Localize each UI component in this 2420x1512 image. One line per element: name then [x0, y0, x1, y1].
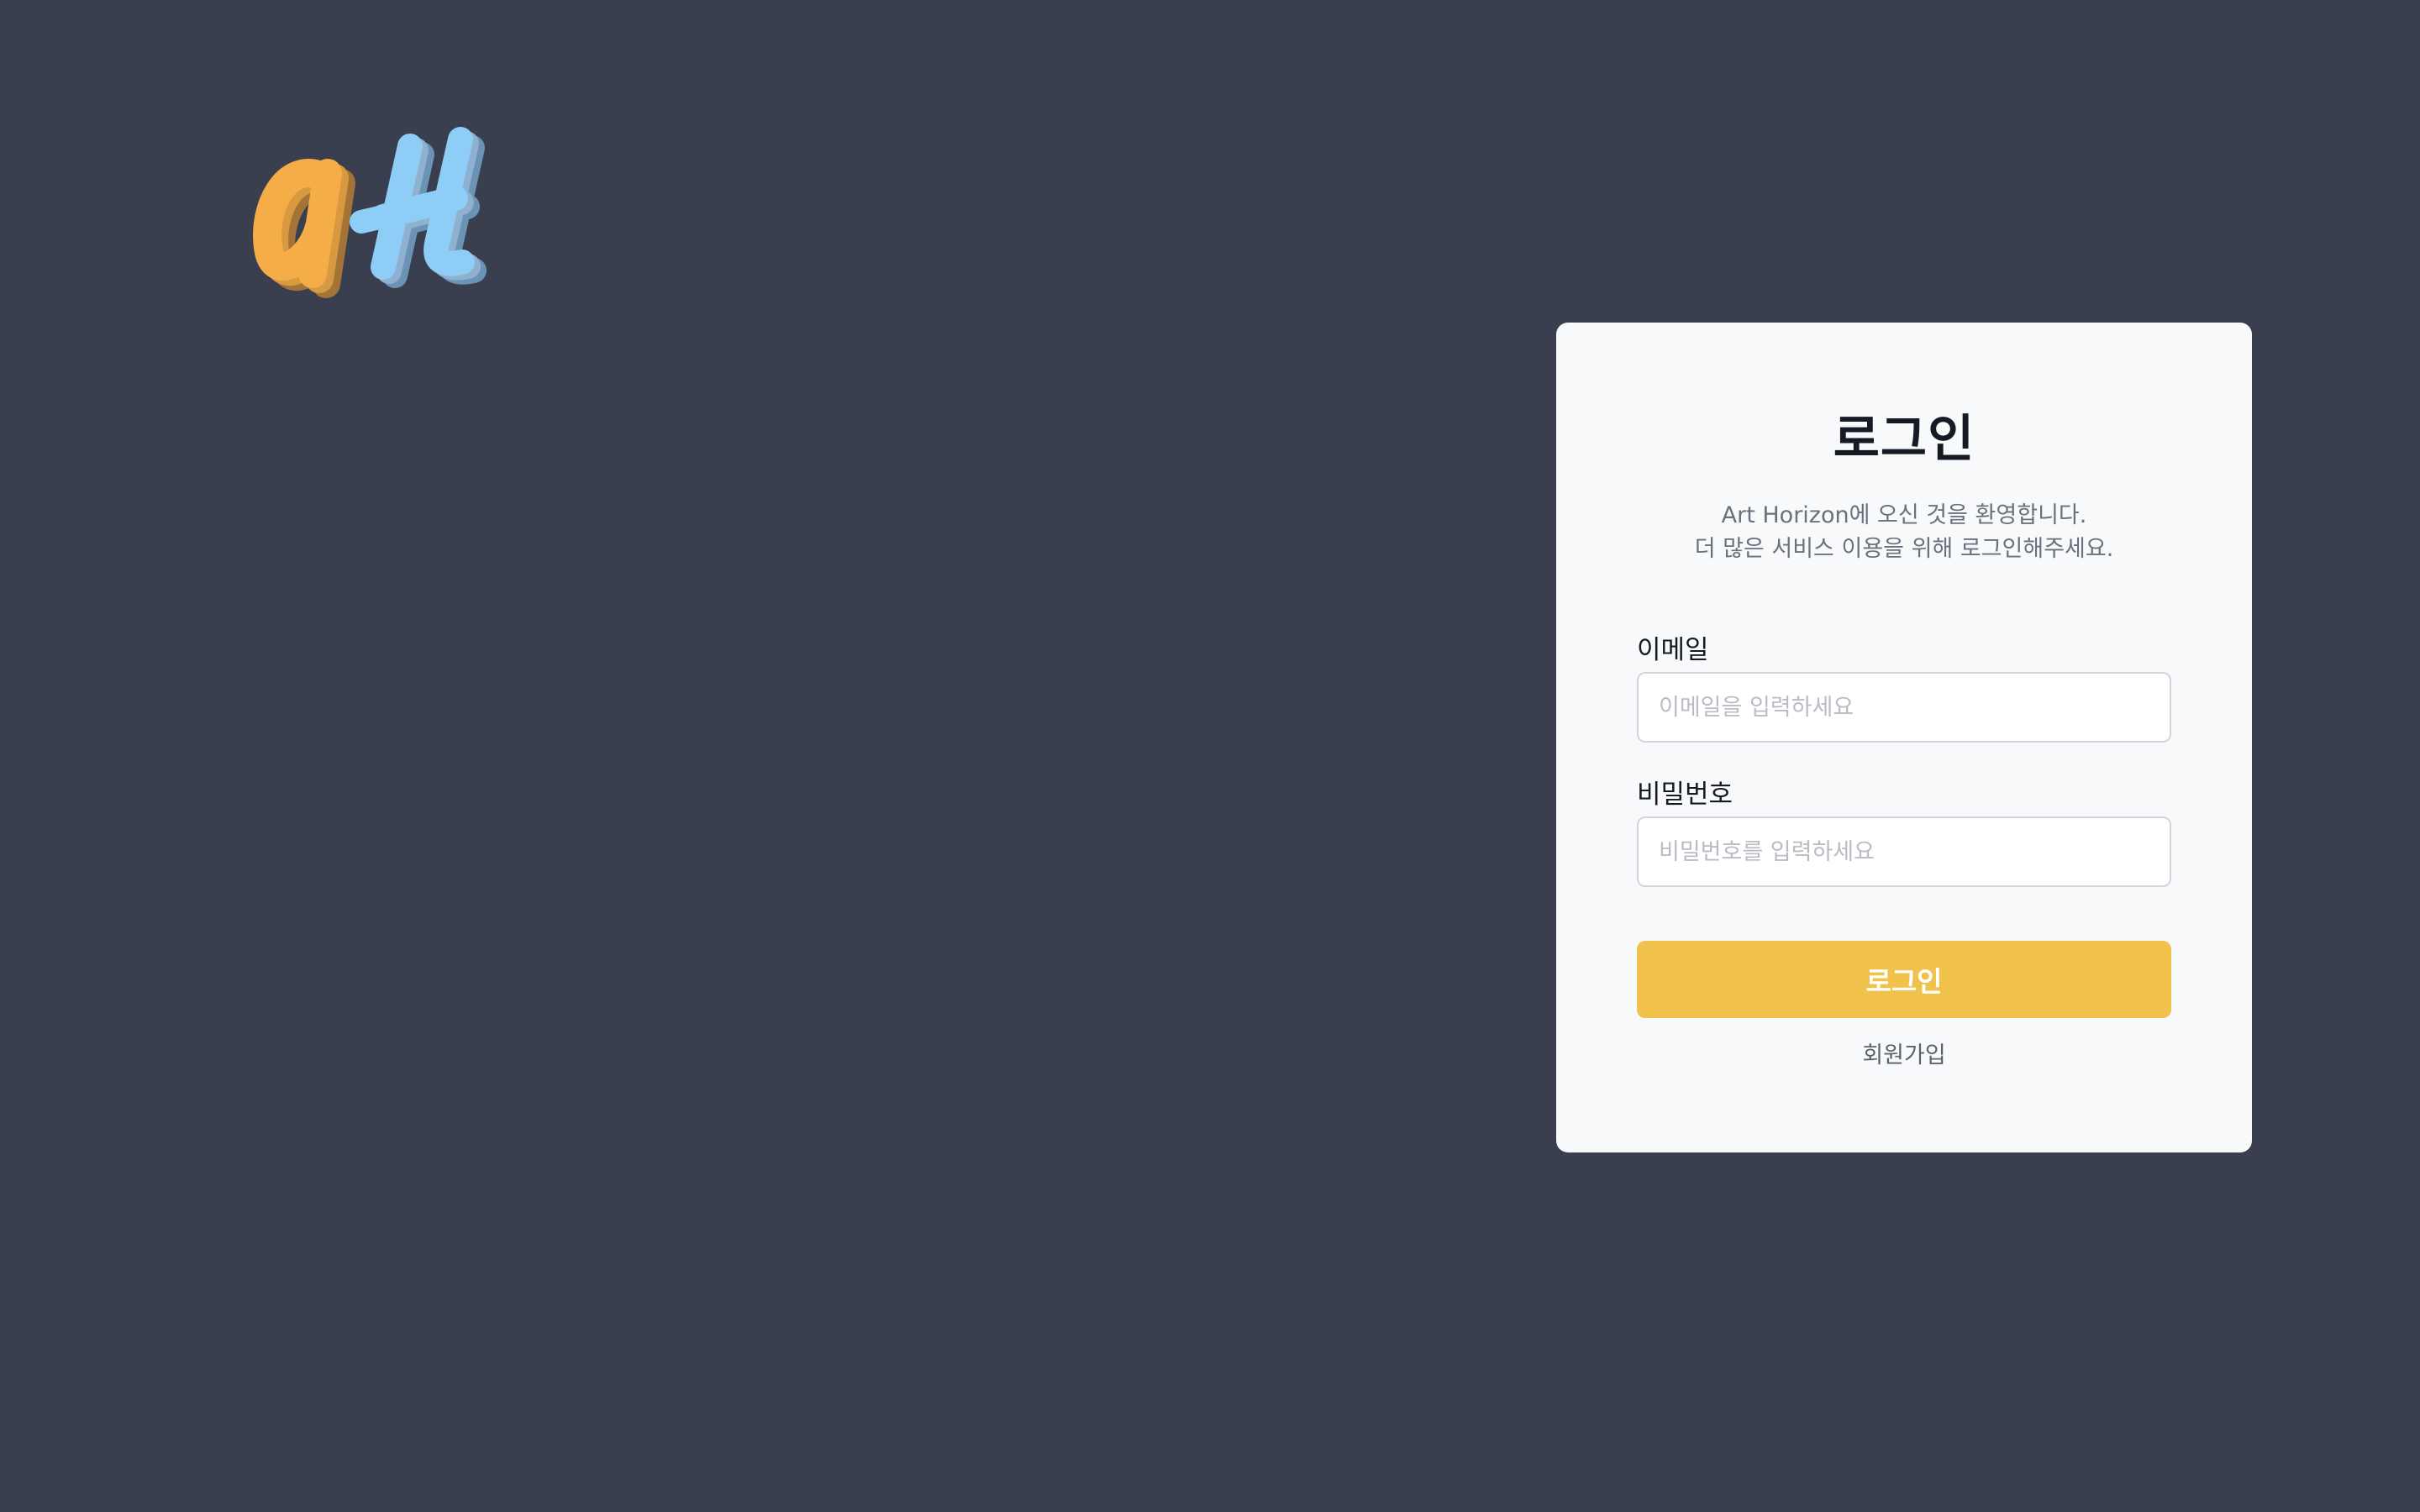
login-card: 로그인 Art Horizon에 오신 것을 환영합니다. 더 많은 서비스 이…	[1556, 323, 2252, 1152]
signup-link[interactable]: 회원가입	[1556, 1037, 2252, 1069]
login-button[interactable]: 로그인	[1637, 941, 2171, 1018]
art-horizon-logo[interactable]	[235, 118, 504, 319]
email-label: 이메일	[1637, 635, 1709, 665]
welcome-line: Art Horizon에 오신 것을 환영합니다.	[1721, 502, 2087, 528]
login-title: 로그인	[1833, 410, 1975, 469]
welcome-line: 더 많은 서비스 이용을 위해 로그인해주세요.	[1694, 536, 2114, 562]
welcome-message: Art Horizon에 오신 것을 환영합니다. 더 많은 서비스 이용을 위…	[1556, 499, 2252, 566]
password-label: 비밀번호	[1637, 780, 1733, 810]
logo-mark-icon	[253, 127, 487, 298]
password-input[interactable]	[1637, 816, 2171, 887]
email-input[interactable]	[1637, 672, 2171, 743]
